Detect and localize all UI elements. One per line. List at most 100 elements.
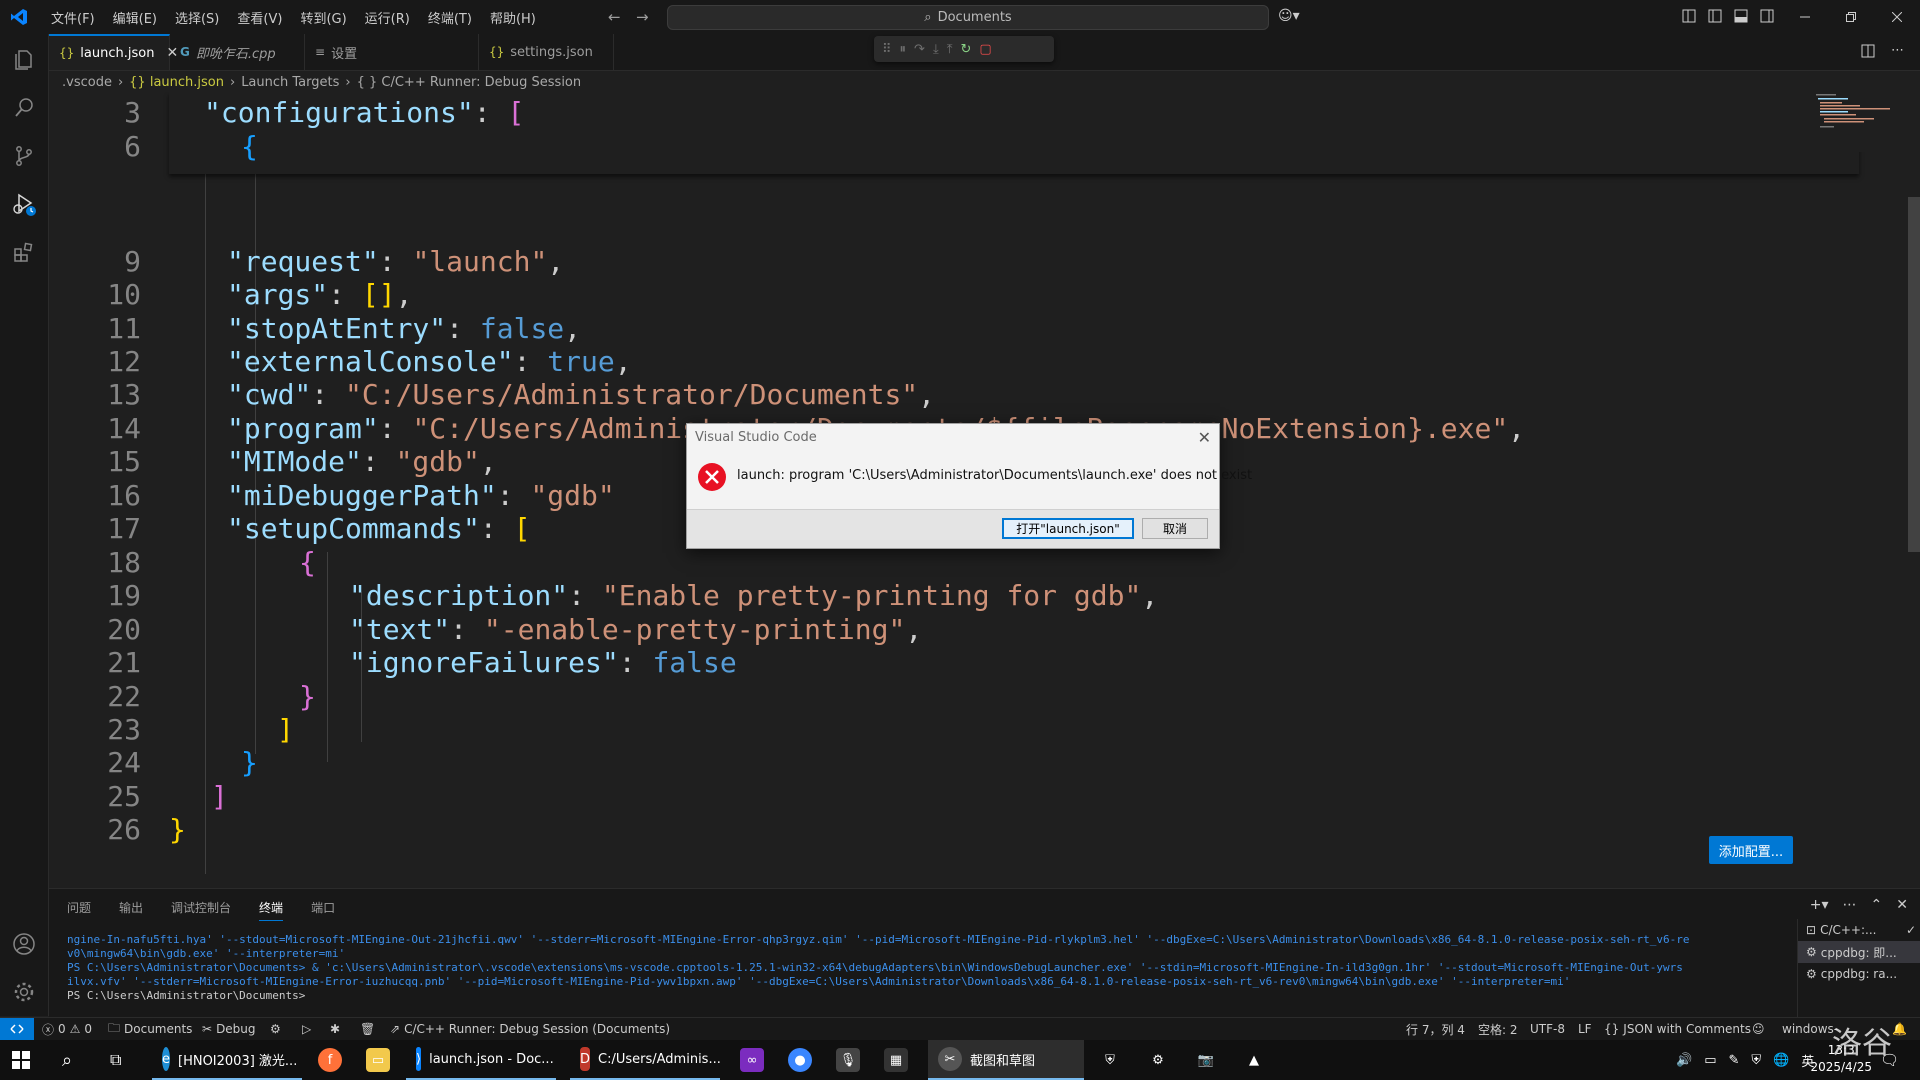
menu-selection[interactable]: 选择(S) (166, 8, 228, 27)
copilot-status-icon[interactable]: ☺ (1752, 1018, 1765, 1040)
photos-icon[interactable]: ▲ (1242, 1040, 1266, 1080)
calculator-icon[interactable]: ▦ (884, 1040, 908, 1080)
file-explorer-icon[interactable]: ▭ (366, 1040, 390, 1080)
taskbar-app-snip[interactable]: ✂ 截图和草图 (928, 1040, 1084, 1080)
vertical-scrollbar[interactable] (1906, 92, 1920, 888)
cursor-position[interactable]: 行 7，列 4 (1406, 1018, 1465, 1040)
debug-session-status[interactable]: ⇗ C/C++ Runner: Debug Session (Documents) (390, 1018, 670, 1040)
language-mode[interactable]: {} JSON with Comments (1604, 1018, 1751, 1040)
taskbar-search-icon[interactable]: ⌕ (62, 1040, 72, 1080)
encoding[interactable]: UTF-8 (1530, 1018, 1565, 1040)
menu-terminal[interactable]: 终端(T) (419, 8, 481, 27)
menu-help[interactable]: 帮助(H) (481, 8, 545, 27)
network-icon[interactable]: ▭ (1704, 1053, 1716, 1068)
source-control-icon[interactable] (0, 132, 48, 180)
step-over-icon[interactable]: ↷ (914, 42, 925, 57)
tab-problems[interactable]: 问题 (67, 899, 91, 921)
trash-status-icon[interactable]: 🗑 (360, 1018, 375, 1040)
volume-icon[interactable]: 🔊 (1676, 1053, 1692, 1068)
menu-edit[interactable]: 编辑(E) (104, 8, 166, 27)
taskbar-app-browser[interactable]: e [HNOI2003] 激光... (152, 1040, 302, 1080)
tray-app-icon[interactable]: ✎ (1728, 1053, 1739, 1068)
remote-indicator-icon[interactable] (0, 1018, 34, 1040)
pause-icon[interactable]: ⏸ (900, 42, 907, 57)
start-windows-icon[interactable] (12, 1040, 30, 1080)
step-out-icon[interactable]: ⤒ (947, 42, 953, 57)
folder-status[interactable]: 🗀 Documents (108, 1018, 192, 1040)
close-window-icon[interactable] (1874, 0, 1920, 34)
tab-debug-console[interactable]: 调试控制台 (171, 899, 231, 921)
menu-go[interactable]: 转到(G) (291, 8, 355, 27)
taskbar-app-devcpp[interactable]: D C:/Users/Adminis... (570, 1040, 721, 1080)
task-view-icon[interactable]: ⧉ (110, 1040, 121, 1080)
run-status-icon[interactable]: ▷ (302, 1018, 311, 1040)
breadcrumb-folder[interactable]: .vscode (62, 75, 112, 90)
minimap[interactable] (1812, 92, 1908, 152)
menu-view[interactable]: 查看(V) (228, 8, 291, 27)
tab-launch-json[interactable]: {} launch.json ✕ (49, 34, 178, 70)
eol[interactable]: LF (1578, 1018, 1592, 1040)
restart-icon[interactable]: ↻ (960, 42, 971, 57)
debug-status[interactable]: ✂ Debug (202, 1018, 256, 1040)
manage-gear-icon[interactable] (0, 968, 48, 1016)
add-configuration-button[interactable]: 添加配置... (1709, 836, 1793, 864)
tab-output[interactable]: 输出 (119, 899, 143, 921)
language-globe-icon[interactable]: 🌐 (1773, 1053, 1789, 1068)
new-terminal-icon[interactable]: +▾ (1810, 897, 1829, 913)
maximize-panel-icon[interactable]: ⌃ (1871, 897, 1883, 913)
terminal-list-item[interactable]: ⊡ C/C++:... ✓ (1798, 919, 1920, 941)
customize-layout-icon[interactable] (1682, 9, 1696, 23)
firefox-icon[interactable]: f (318, 1040, 342, 1080)
problems-status[interactable]: ⓧ 0 ⚠ 0 (42, 1018, 92, 1040)
breadcrumb-file[interactable]: {} launch.json (129, 75, 224, 90)
bug-status-icon[interactable]: ✱ (330, 1018, 340, 1040)
copilot-icon[interactable]: ☺▾ (1278, 8, 1300, 24)
app-balloon-icon[interactable]: ● (788, 1040, 812, 1080)
extensions-icon[interactable] (0, 228, 48, 276)
step-into-icon[interactable]: ⤓ (933, 42, 939, 57)
close-panel-icon[interactable]: ✕ (1896, 897, 1908, 913)
menu-file[interactable]: 文件(F) (42, 8, 104, 27)
open-launch-json-button[interactable]: 打开"launch.json" (1002, 518, 1134, 539)
taskbar-app-vscode[interactable]: ⟩ launch.json - Doc... (406, 1040, 556, 1080)
tab-cpp-file[interactable]: G 即吮乍石.cpp (170, 34, 305, 70)
explorer-icon[interactable] (0, 36, 48, 84)
search-view-icon[interactable] (0, 84, 48, 132)
toggle-secondary-sidebar-icon[interactable] (1760, 9, 1774, 23)
breadcrumb-symbol[interactable]: Launch Targets (241, 75, 339, 90)
terminal-list-item[interactable]: ⚙ cppdbg: ra... (1798, 963, 1920, 985)
account-icon[interactable] (0, 920, 48, 968)
tab-settings[interactable]: ≡ 设置 (305, 34, 479, 70)
back-arrow-icon[interactable]: ← (608, 8, 621, 26)
camera-icon[interactable]: 📷 (1194, 1040, 1218, 1080)
tray-security-icon[interactable]: ⛨ (1751, 1053, 1761, 1068)
app-mic-icon[interactable]: 🎙 (836, 1040, 860, 1080)
toggle-sidebar-icon[interactable] (1708, 9, 1722, 23)
breadcrumb-object[interactable]: { } C/C++ Runner: Debug Session (357, 75, 582, 90)
forward-arrow-icon[interactable]: → (636, 8, 649, 26)
more-actions-icon[interactable]: ⋯ (1891, 44, 1904, 58)
minimize-icon[interactable] (1782, 0, 1828, 34)
restore-icon[interactable] (1828, 0, 1874, 34)
security-shield-icon[interactable]: ⛨ (1098, 1040, 1122, 1080)
drag-handle-icon[interactable]: ⠿ (882, 42, 892, 57)
terminal-output[interactable]: ngine-In-nafu5fti.hya' '--stdout=Microso… (67, 933, 1833, 1003)
more-actions-icon[interactable]: ⋯ (1843, 897, 1857, 913)
app-mask-icon[interactable]: ∞ (740, 1040, 764, 1080)
cancel-button[interactable]: 取消 (1142, 518, 1208, 539)
tab-ports[interactable]: 端口 (311, 899, 335, 921)
run-debug-icon[interactable] (0, 180, 48, 228)
sticky-line[interactable]: 6{ (49, 126, 1809, 167)
toggle-panel-icon[interactable] (1734, 9, 1748, 23)
dialog-close-icon[interactable]: ✕ (1198, 428, 1211, 447)
command-center-search[interactable]: ⌕ Documents (667, 5, 1269, 30)
platform-status[interactable]: windows- (1782, 1018, 1838, 1040)
stop-icon[interactable]: ▢ (979, 42, 991, 57)
indentation[interactable]: 空格: 2 (1478, 1018, 1518, 1040)
terminal-list-item[interactable]: ⚙ cppdbg: 即... (1798, 941, 1920, 963)
menu-run[interactable]: 运行(R) (356, 8, 419, 27)
tab-terminal[interactable]: 终端 (259, 899, 284, 921)
split-editor-icon[interactable] (1861, 44, 1875, 58)
settings-status-icon[interactable]: ⚙ (270, 1018, 281, 1040)
settings-app-icon[interactable]: ⚙ (1146, 1040, 1170, 1080)
